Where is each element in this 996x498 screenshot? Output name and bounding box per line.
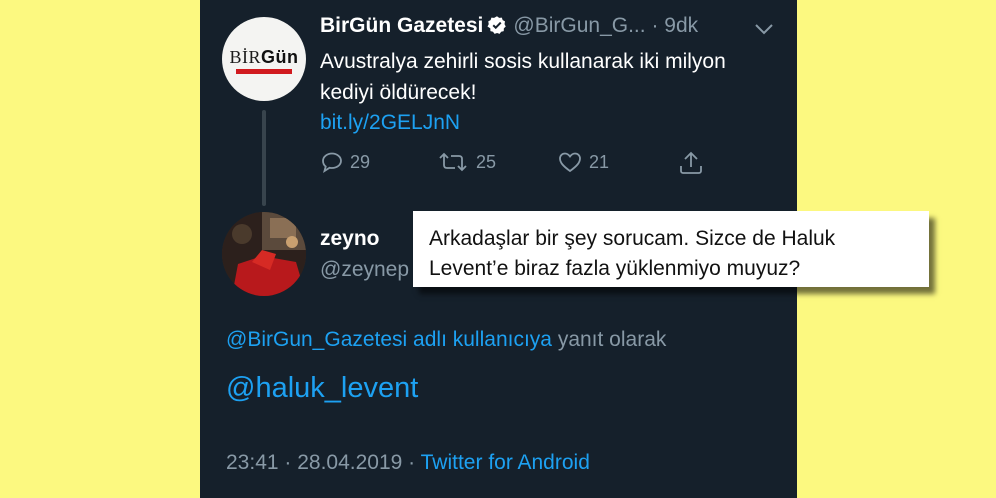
timestamp-row: 23:41 · 28.04.2019 · Twitter for Android xyxy=(226,451,590,475)
reply-context-user-link[interactable]: @BirGun_Gazetesi adlı kullanıcıya xyxy=(226,328,552,351)
birgun-avatar[interactable]: BİRGün xyxy=(222,17,306,101)
separator: · xyxy=(402,451,421,474)
reply-handle: @zeynep xyxy=(320,258,410,281)
tweet-header: BirGün Gazetesi @BirGun_G... · 9dk xyxy=(320,14,698,41)
like-count: 21 xyxy=(589,151,610,172)
thread-line xyxy=(262,110,266,206)
chevron-down-icon[interactable] xyxy=(754,22,774,41)
reply-context-suffix: yanıt olarak xyxy=(551,328,667,351)
reply-display-name[interactable]: zeyno xyxy=(320,227,380,251)
like-button[interactable]: 21 xyxy=(557,150,609,174)
overlay-line-1: Arkadaşlar bir şey sorucam. Sizce de Hal… xyxy=(429,227,836,250)
share-icon xyxy=(680,151,702,174)
separator: · xyxy=(278,451,298,474)
retweet-icon xyxy=(439,152,467,172)
retweet-count: 25 xyxy=(476,151,497,172)
verified-badge-icon xyxy=(487,15,507,41)
overlay-line-2: Levent’e biraz fazla yüklenmiyo muyuz? xyxy=(429,257,801,280)
reply-icon xyxy=(322,152,342,174)
zeyno-avatar[interactable] xyxy=(222,212,306,296)
tweet-text: Avustralya zehirli sosis kullanarak iki … xyxy=(320,50,726,104)
reply-context: @BirGun_Gazetesi adlı kullanıcıya yanıt … xyxy=(226,328,666,352)
reply-count: 29 xyxy=(350,151,371,172)
share-button[interactable] xyxy=(678,150,710,176)
client-link[interactable]: Twitter for Android xyxy=(421,451,590,474)
mention-link[interactable]: @haluk_levent xyxy=(226,372,418,405)
birgun-logo: BİRGün xyxy=(229,47,299,67)
like-icon xyxy=(559,152,581,173)
handle: @BirGun_G... xyxy=(513,14,646,37)
time-ago[interactable]: · 9dk xyxy=(651,14,698,37)
tweet-date: 28.04.2019 xyxy=(297,451,403,474)
tweet-link[interactable]: bit.ly/2GELJnN xyxy=(320,111,460,135)
overlay-quote-box: Arkadaşlar bir şey sorucam. Sizce de Hal… xyxy=(413,211,929,287)
reply-button[interactable]: 29 xyxy=(320,150,370,174)
birgun-logo-bar xyxy=(236,69,292,74)
retweet-button[interactable]: 25 xyxy=(436,150,496,174)
tweet-time: 23:41 xyxy=(226,451,279,474)
display-name[interactable]: BirGün Gazetesi xyxy=(320,14,483,37)
